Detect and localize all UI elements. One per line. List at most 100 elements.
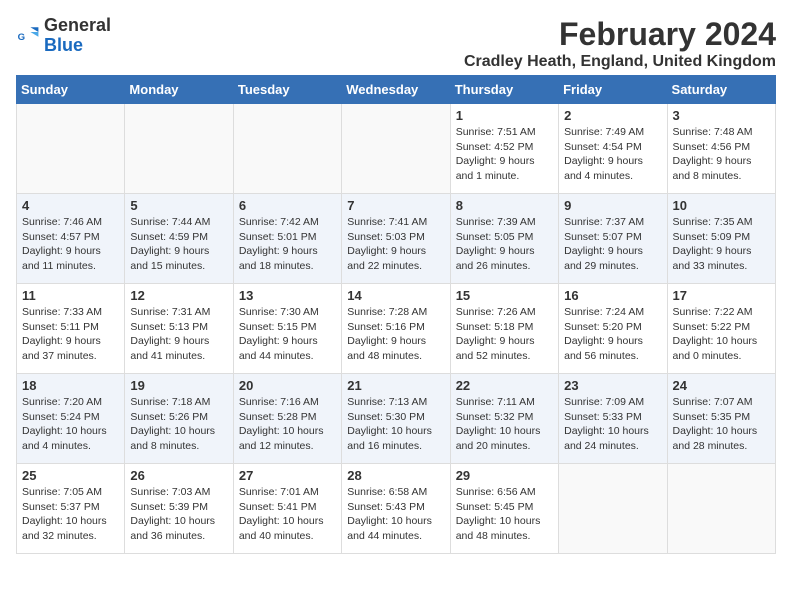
day-number: 28 — [347, 468, 444, 483]
table-row: 5 Sunrise: 7:44 AM Sunset: 4:59 PM Daylig… — [125, 194, 233, 284]
day-info: Sunrise: 7:01 AM Sunset: 5:41 PM Dayligh… — [239, 485, 336, 544]
day-info: Sunrise: 7:20 AM Sunset: 5:24 PM Dayligh… — [22, 395, 119, 454]
table-row: 14 Sunrise: 7:28 AM Sunset: 5:16 PM Dayli… — [342, 284, 450, 374]
day-info: Sunrise: 7:22 AM Sunset: 5:22 PM Dayligh… — [673, 305, 770, 364]
day-number: 1 — [456, 108, 553, 123]
svg-text:G: G — [18, 32, 25, 43]
day-number: 8 — [456, 198, 553, 213]
day-number: 12 — [130, 288, 227, 303]
day-number: 9 — [564, 198, 661, 213]
day-info: Sunrise: 7:26 AM Sunset: 5:18 PM Dayligh… — [456, 305, 553, 364]
logo: G General Blue — [16, 16, 111, 56]
day-info: Sunrise: 7:41 AM Sunset: 5:03 PM Dayligh… — [347, 215, 444, 274]
day-number: 21 — [347, 378, 444, 393]
day-number: 3 — [673, 108, 770, 123]
day-number: 10 — [673, 198, 770, 213]
day-info: Sunrise: 7:09 AM Sunset: 5:33 PM Dayligh… — [564, 395, 661, 454]
table-row: 21Sunrise: 7:13 AM Sunset: 5:30 PM Dayli… — [342, 374, 450, 464]
day-info: Sunrise: 7:49 AM Sunset: 4:54 PM Dayligh… — [564, 125, 661, 184]
day-info: Sunrise: 7:28 AM Sunset: 5:16 PM Dayligh… — [347, 305, 444, 364]
day-info: Sunrise: 7:33 AM Sunset: 5:11 PM Dayligh… — [22, 305, 119, 364]
header-saturday: Saturday — [667, 76, 775, 104]
table-row: 9 Sunrise: 7:37 AM Sunset: 5:07 PM Daylig… — [559, 194, 667, 284]
day-info: Sunrise: 7:11 AM Sunset: 5:32 PM Dayligh… — [456, 395, 553, 454]
day-number: 14 — [347, 288, 444, 303]
day-number: 19 — [130, 378, 227, 393]
table-row: 19 Sunrise: 7:18 AM Sunset: 5:26 PM Dayli… — [125, 374, 233, 464]
day-number: 29 — [456, 468, 553, 483]
table-row: 12 Sunrise: 7:31 AM Sunset: 5:13 PM Dayli… — [125, 284, 233, 374]
table-row — [342, 104, 450, 194]
table-row: 10 Sunrise: 7:35 AM Sunset: 5:09 PM Dayli… — [667, 194, 775, 284]
table-row: 26 Sunrise: 7:03 AM Sunset: 5:39 PM Dayli… — [125, 464, 233, 554]
day-info: Sunrise: 7:07 AM Sunset: 5:35 PM Dayligh… — [673, 395, 770, 454]
table-row: 1 Sunrise: 7:51 AM Sunset: 4:52 PM Daylig… — [450, 104, 558, 194]
day-info: Sunrise: 7:37 AM Sunset: 5:07 PM Dayligh… — [564, 215, 661, 274]
header-sunday: Sunday — [17, 76, 125, 104]
calendar-table: Sunday Monday Tuesday Wednesday Thursday… — [16, 75, 776, 554]
table-row — [559, 464, 667, 554]
day-number: 7 — [347, 198, 444, 213]
table-row: 27 Sunrise: 7:01 AM Sunset: 5:41 PM Dayli… — [233, 464, 341, 554]
week-row-3: 11Sunrise: 7:33 AM Sunset: 5:11 PM Dayli… — [17, 284, 776, 374]
table-row: 28Sunrise: 6:58 AM Sunset: 5:43 PM Dayli… — [342, 464, 450, 554]
table-row: 8 Sunrise: 7:39 AM Sunset: 5:05 PM Daylig… — [450, 194, 558, 284]
day-number: 4 — [22, 198, 119, 213]
day-info: Sunrise: 7:46 AM Sunset: 4:57 PM Dayligh… — [22, 215, 119, 274]
day-number: 13 — [239, 288, 336, 303]
table-row: 23Sunrise: 7:09 AM Sunset: 5:33 PM Dayli… — [559, 374, 667, 464]
table-row — [17, 104, 125, 194]
table-row: 15 Sunrise: 7:26 AM Sunset: 5:18 PM Dayli… — [450, 284, 558, 374]
header-thursday: Thursday — [450, 76, 558, 104]
day-info: Sunrise: 7:18 AM Sunset: 5:26 PM Dayligh… — [130, 395, 227, 454]
table-row — [233, 104, 341, 194]
calendar-header-row: Sunday Monday Tuesday Wednesday Thursday… — [17, 76, 776, 104]
day-info: Sunrise: 7:44 AM Sunset: 4:59 PM Dayligh… — [130, 215, 227, 274]
day-number: 26 — [130, 468, 227, 483]
table-row: 17 Sunrise: 7:22 AM Sunset: 5:22 PM Dayli… — [667, 284, 775, 374]
month-year-title: February 2024 — [464, 16, 776, 53]
table-row: 29 Sunrise: 6:56 AM Sunset: 5:45 PM Dayli… — [450, 464, 558, 554]
day-info: Sunrise: 7:24 AM Sunset: 5:20 PM Dayligh… — [564, 305, 661, 364]
header-tuesday: Tuesday — [233, 76, 341, 104]
week-row-5: 25Sunrise: 7:05 AM Sunset: 5:37 PM Dayli… — [17, 464, 776, 554]
day-info: Sunrise: 7:30 AM Sunset: 5:15 PM Dayligh… — [239, 305, 336, 364]
table-row: 13 Sunrise: 7:30 AM Sunset: 5:15 PM Dayli… — [233, 284, 341, 374]
location-subtitle: Cradley Heath, England, United Kingdom — [464, 53, 776, 71]
day-info: Sunrise: 7:35 AM Sunset: 5:09 PM Dayligh… — [673, 215, 770, 274]
table-row: 11Sunrise: 7:33 AM Sunset: 5:11 PM Dayli… — [17, 284, 125, 374]
table-row: 20 Sunrise: 7:16 AM Sunset: 5:28 PM Dayli… — [233, 374, 341, 464]
header-friday: Friday — [559, 76, 667, 104]
table-row: 16 Sunrise: 7:24 AM Sunset: 5:20 PM Dayli… — [559, 284, 667, 374]
day-info: Sunrise: 6:56 AM Sunset: 5:45 PM Dayligh… — [456, 485, 553, 544]
day-number: 24 — [673, 378, 770, 393]
day-number: 20 — [239, 378, 336, 393]
day-number: 17 — [673, 288, 770, 303]
week-row-1: 1 Sunrise: 7:51 AM Sunset: 4:52 PM Daylig… — [17, 104, 776, 194]
table-row — [125, 104, 233, 194]
day-info: Sunrise: 7:16 AM Sunset: 5:28 PM Dayligh… — [239, 395, 336, 454]
day-number: 5 — [130, 198, 227, 213]
day-info: Sunrise: 7:51 AM Sunset: 4:52 PM Dayligh… — [456, 125, 553, 184]
logo-text: General Blue — [44, 16, 111, 56]
day-number: 27 — [239, 468, 336, 483]
table-row: 2 Sunrise: 7:49 AM Sunset: 4:54 PM Daylig… — [559, 104, 667, 194]
header-monday: Monday — [125, 76, 233, 104]
day-number: 16 — [564, 288, 661, 303]
header-wednesday: Wednesday — [342, 76, 450, 104]
day-info: Sunrise: 7:03 AM Sunset: 5:39 PM Dayligh… — [130, 485, 227, 544]
table-row: 18 Sunrise: 7:20 AM Sunset: 5:24 PM Dayli… — [17, 374, 125, 464]
day-info: Sunrise: 7:05 AM Sunset: 5:37 PM Dayligh… — [22, 485, 119, 544]
logo-icon: G — [16, 24, 40, 48]
day-number: 15 — [456, 288, 553, 303]
table-row: 22 Sunrise: 7:11 AM Sunset: 5:32 PM Dayli… — [450, 374, 558, 464]
week-row-2: 4 Sunrise: 7:46 AM Sunset: 4:57 PM Daylig… — [17, 194, 776, 284]
table-row: 7 Sunrise: 7:41 AM Sunset: 5:03 PM Daylig… — [342, 194, 450, 284]
table-row: 3Sunrise: 7:48 AM Sunset: 4:56 PM Daylig… — [667, 104, 775, 194]
day-info: Sunrise: 7:31 AM Sunset: 5:13 PM Dayligh… — [130, 305, 227, 364]
day-number: 18 — [22, 378, 119, 393]
day-number: 22 — [456, 378, 553, 393]
day-info: Sunrise: 7:39 AM Sunset: 5:05 PM Dayligh… — [456, 215, 553, 274]
week-row-4: 18 Sunrise: 7:20 AM Sunset: 5:24 PM Dayli… — [17, 374, 776, 464]
day-number: 2 — [564, 108, 661, 123]
